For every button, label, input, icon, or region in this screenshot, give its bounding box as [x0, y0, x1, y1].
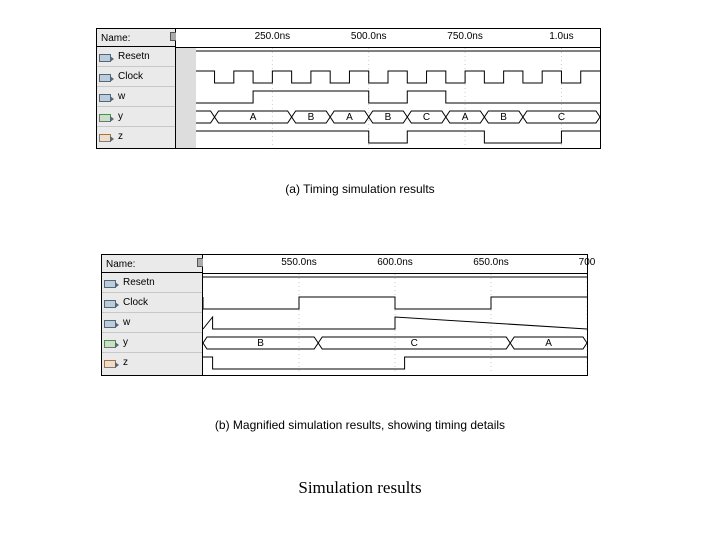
input-pin-icon [99, 72, 115, 82]
input-pin-icon [104, 298, 120, 308]
panel-a-names-col: Name: Resetn Clock w y z [97, 29, 176, 148]
svg-text:C: C [423, 112, 430, 123]
svg-text:A: A [462, 112, 469, 123]
caption-b: (b) Magnified simulation results, showin… [0, 418, 720, 432]
names-header-label: Name: [101, 33, 130, 44]
panel-b-wave-area[interactable]: 550.0ns600.0ns650.0ns700 B C A [203, 255, 587, 375]
panel-b-names-col: Name: Resetn Clock w y z [102, 255, 203, 375]
sig-row-z[interactable]: z [102, 353, 202, 372]
svg-text:B: B [308, 112, 315, 123]
sig-label: Resetn [118, 51, 150, 62]
input-pin-icon [104, 318, 120, 328]
sig-row-w[interactable]: w [97, 87, 175, 107]
sig-label: Clock [123, 297, 148, 308]
svg-text:A: A [250, 112, 257, 123]
sig-row-clock[interactable]: Clock [97, 67, 175, 87]
sig-label: y [123, 337, 128, 348]
sig-row-w[interactable]: w [102, 313, 202, 333]
svg-text:B: B [257, 338, 264, 349]
bus-pin-icon [104, 338, 120, 348]
svg-text:A: A [545, 338, 552, 349]
sig-row-resetn[interactable]: Resetn [97, 47, 175, 67]
main-caption: Simulation results [0, 478, 720, 498]
names-header: Name: [97, 29, 175, 47]
sig-row-z[interactable]: z [97, 127, 175, 146]
sig-row-resetn[interactable]: Resetn [102, 273, 202, 293]
sig-label: y [118, 111, 123, 122]
panel-a-wave-area[interactable]: 250.0ns500.0ns750.0ns1.0us A B A B C A B C [176, 29, 600, 148]
output-pin-icon [104, 358, 120, 368]
sig-label: w [123, 317, 130, 328]
panel-b-magnified: Name: Resetn Clock w y z 550.0ns600.0ns6… [101, 254, 588, 376]
time-ruler-a: 250.0ns500.0ns750.0ns1.0us [176, 29, 600, 48]
panel-b-waves: BCA [203, 274, 587, 374]
sig-row-clock[interactable]: Clock [102, 293, 202, 313]
bus-pin-icon [99, 112, 115, 122]
svg-text:B: B [500, 112, 507, 123]
names-header: Name: [102, 255, 202, 273]
input-pin-icon [104, 278, 120, 288]
svg-text:A: A [346, 112, 353, 123]
sig-label: z [123, 357, 128, 368]
svg-text:B: B [385, 112, 392, 123]
input-pin-icon [99, 52, 115, 62]
sig-label: w [118, 91, 125, 102]
output-pin-icon [99, 132, 115, 142]
svg-text:C: C [411, 338, 418, 349]
reset-shade [176, 47, 196, 148]
sig-row-y[interactable]: y [102, 333, 202, 353]
sig-label: Resetn [123, 277, 155, 288]
sig-row-y[interactable]: y [97, 107, 175, 127]
time-ruler-b: 550.0ns600.0ns650.0ns700 [203, 255, 587, 274]
input-pin-icon [99, 92, 115, 102]
sig-label: z [118, 131, 123, 142]
panel-a-timing: Name: Resetn Clock w y z 250.0ns500.0ns7… [96, 28, 601, 149]
names-header-label: Name: [106, 259, 135, 270]
svg-text:C: C [558, 112, 565, 123]
caption-a: (a) Timing simulation results [0, 182, 720, 196]
sig-label: Clock [118, 71, 143, 82]
panel-a-waves: ABABCABC [176, 48, 600, 148]
